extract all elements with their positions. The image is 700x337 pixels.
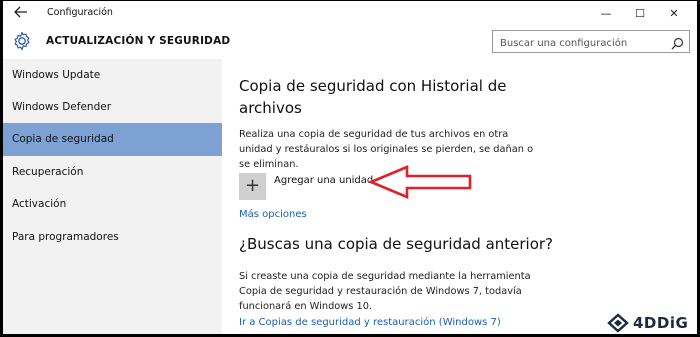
add-drive-label[interactable]: Agregar una unidad (274, 175, 373, 186)
back-arrow-icon[interactable] (9, 4, 33, 24)
section-heading-previous-backup: ¿Buscas una copia de seguridad anterior? (239, 235, 554, 253)
minimize-button[interactable]: — (589, 1, 623, 27)
more-options-link[interactable]: Más opciones (239, 209, 307, 220)
sidebar-item-windows-defender[interactable]: Windows Defender (3, 91, 222, 124)
page-heading: Copia de seguridad con Historial de arch… (239, 77, 507, 117)
previous-backup-description: Si creaste una copia de seguridad median… (239, 271, 531, 312)
settings-header: ACTUALIZACIÓN Y SEGURIDAD (3, 27, 697, 59)
brand-logo-icon (607, 313, 629, 333)
search-input[interactable] (493, 33, 663, 54)
add-drive-button[interactable]: + (239, 173, 266, 200)
gear-icon (12, 31, 32, 51)
sidebar-item-recuperacion[interactable]: Recuperación (3, 156, 222, 189)
sidebar-item-copia-de-seguridad[interactable]: Copia de seguridad (3, 123, 222, 156)
sidebar: Windows Update Windows Defender Copia de… (3, 59, 222, 334)
plus-icon: + (244, 175, 261, 196)
search-icon[interactable] (671, 35, 684, 50)
search-box[interactable] (492, 30, 690, 54)
sidebar-item-para-programadores[interactable]: Para programadores (3, 221, 222, 254)
section-title: ACTUALIZACIÓN Y SEGURIDAD (46, 35, 231, 47)
maximize-button[interactable]: ☐ (623, 1, 657, 27)
annotation-arrow-icon (369, 165, 472, 199)
windows7-restore-link[interactable]: Ir a Copias de seguridad y restauración … (239, 317, 501, 328)
window-title: Configuración (47, 7, 113, 18)
sidebar-item-activacion[interactable]: Activación (3, 188, 222, 221)
settings-window: Configuración — ☐ ✕ ACTUALIZACIÓN Y SEGU… (0, 0, 700, 337)
close-button[interactable]: ✕ (657, 1, 691, 27)
sidebar-item-windows-update[interactable]: Windows Update (3, 59, 222, 92)
brand-name: 4DDiG (633, 314, 689, 332)
title-bar: Configuración — ☐ ✕ (3, 1, 697, 27)
brand-watermark: 4DDiG (607, 312, 688, 334)
window-controls: — ☐ ✕ (589, 1, 691, 27)
